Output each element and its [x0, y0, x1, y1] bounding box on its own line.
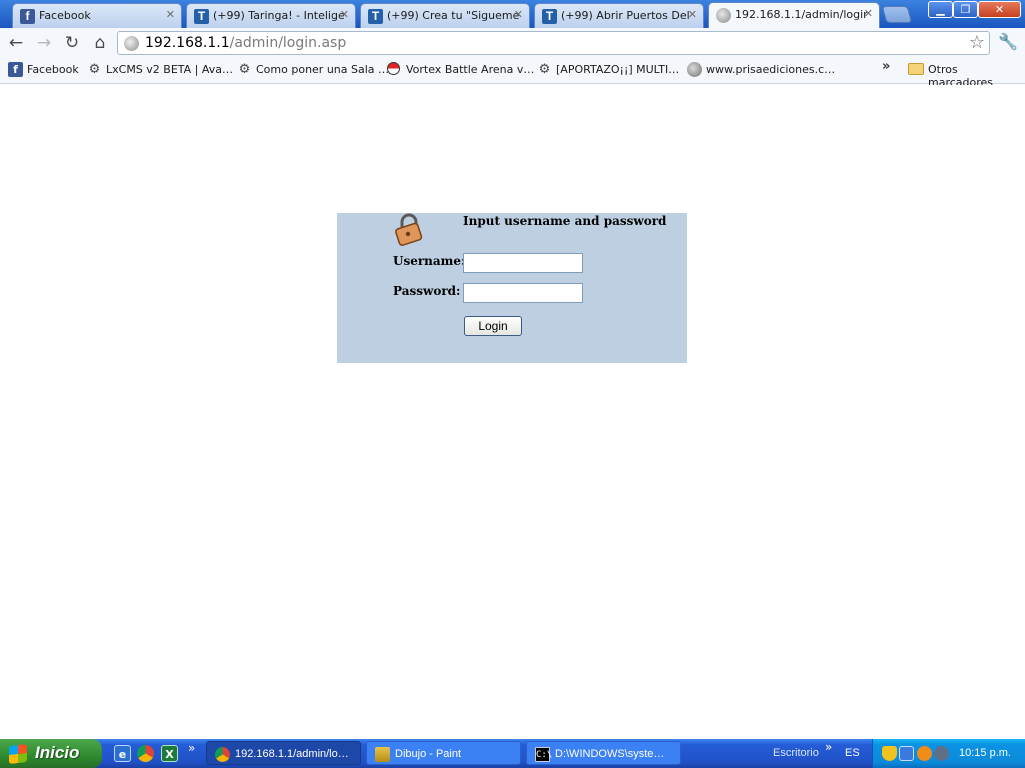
- back-icon[interactable]: ←: [6, 33, 26, 53]
- clock[interactable]: 10:15 p.m.: [959, 747, 1011, 759]
- system-tray: 10:15 p.m.: [872, 739, 1025, 768]
- security-shield-icon[interactable]: [882, 746, 897, 761]
- taringa-icon: T: [542, 9, 557, 24]
- chevron-right-icon[interactable]: »: [825, 740, 832, 754]
- taringa-icon: T: [368, 9, 383, 24]
- close-icon[interactable]: ✕: [340, 8, 349, 21]
- tab-taringa-3[interactable]: T (+99) Abrir Puertos Del Ro ✕: [534, 3, 704, 28]
- bookmark-item[interactable]: f Facebook: [8, 62, 79, 77]
- url-host: 192.168.1.1: [145, 35, 230, 51]
- login-button[interactable]: Login: [464, 316, 522, 336]
- page-content: Input username and password Username: Pa…: [0, 85, 1025, 739]
- address-bar[interactable]: 192.168.1.1/admin/login.asp ☆: [117, 31, 990, 55]
- bookmark-item[interactable]: Vortex Battle Arena v…: [387, 62, 535, 76]
- browser-toolbar: ← → ↻ ⌂ 192.168.1.1/admin/login.asp ☆ 🔧: [0, 28, 1025, 58]
- tab-title: (+99) Crea tu "Sigueme" -: [387, 9, 519, 22]
- url-text: 192.168.1.1/admin/login.asp: [145, 35, 346, 51]
- network-icon[interactable]: [899, 746, 914, 761]
- username-label: Username:: [393, 254, 466, 268]
- bookmark-item[interactable]: ⚙ [APORTAZO¡¡] MULTI…: [537, 62, 680, 77]
- start-button[interactable]: Inicio: [0, 739, 102, 768]
- task-button-paint[interactable]: Dibujo - Paint: [366, 741, 521, 765]
- facebook-icon: f: [8, 62, 23, 77]
- taskbar: Inicio e X » 192.168.1.1/admin/lo… Dibuj…: [0, 739, 1025, 768]
- task-button-cmd[interactable]: C:\ D:\WINDOWS\syste…: [526, 741, 681, 765]
- bookmark-item[interactable]: ⚙ Como poner una Sala …: [237, 62, 390, 77]
- puzzle-icon: ⚙: [88, 62, 101, 77]
- task-button-chrome[interactable]: 192.168.1.1/admin/lo…: [206, 741, 361, 765]
- chrome-icon[interactable]: [137, 745, 154, 762]
- password-label: Password:: [393, 284, 461, 298]
- close-icon[interactable]: ✕: [688, 8, 697, 21]
- window-close-button[interactable]: ✕: [978, 1, 1021, 18]
- taringa-icon: T: [194, 9, 209, 24]
- globe-icon: [716, 8, 731, 23]
- start-label: Inicio: [35, 743, 80, 762]
- password-input[interactable]: [463, 283, 583, 303]
- excel-icon[interactable]: X: [161, 745, 178, 762]
- login-heading: Input username and password: [463, 214, 667, 228]
- internet-explorer-icon[interactable]: e: [114, 745, 131, 762]
- language-indicator[interactable]: ES: [845, 747, 860, 759]
- facebook-icon: f: [20, 9, 35, 24]
- paint-icon: [375, 747, 390, 762]
- tab-title: (+99) Taringa! - Inteligen: [213, 9, 345, 22]
- bookmark-label: Facebook: [27, 63, 79, 76]
- star-icon[interactable]: ☆: [969, 32, 985, 53]
- antivirus-icon[interactable]: [917, 746, 932, 761]
- bookmark-item[interactable]: ⚙ LxCMS v2 BETA | Ava…: [87, 62, 234, 77]
- task-label: 192.168.1.1/admin/lo…: [235, 748, 349, 760]
- close-icon[interactable]: ✕: [864, 7, 873, 20]
- page-icon: [124, 36, 139, 51]
- puzzle-icon: ⚙: [538, 62, 551, 77]
- volume-icon[interactable]: [934, 746, 949, 761]
- cmd-icon: C:\: [535, 747, 552, 762]
- close-icon[interactable]: ✕: [514, 8, 523, 21]
- bookmark-label: LxCMS v2 BETA | Ava…: [106, 63, 234, 76]
- bookmark-label: www.prisaediciones.c…: [706, 63, 836, 76]
- minimize-button[interactable]: ▁: [928, 1, 953, 18]
- pokeball-icon: [387, 62, 400, 75]
- browser-titlebar: f Facebook ✕ T (+99) Taringa! - Intelige…: [0, 0, 1025, 28]
- globe-icon: [687, 62, 702, 77]
- login-panel: Input username and password Username: Pa…: [337, 213, 687, 363]
- bookmark-item[interactable]: www.prisaediciones.c…: [687, 62, 836, 77]
- tab-taringa-1[interactable]: T (+99) Taringa! - Inteligen ✕: [186, 3, 356, 28]
- chevron-right-icon[interactable]: »: [882, 59, 890, 74]
- url-path: /admin/login.asp: [229, 35, 347, 51]
- new-tab-button[interactable]: [881, 6, 913, 23]
- tab-title: Facebook: [39, 9, 91, 22]
- home-icon[interactable]: ⌂: [90, 33, 110, 53]
- close-icon[interactable]: ✕: [166, 8, 175, 21]
- desktop-toolbar-label[interactable]: Escritorio: [773, 747, 819, 759]
- folder-icon: [908, 63, 924, 75]
- windows-logo-icon: [9, 744, 27, 764]
- chrome-icon: [215, 747, 230, 762]
- username-input[interactable]: [463, 253, 583, 273]
- tab-taringa-2[interactable]: T (+99) Crea tu "Sigueme" - ✕: [360, 3, 530, 28]
- tab-facebook[interactable]: f Facebook ✕: [12, 3, 182, 28]
- reload-icon[interactable]: ↻: [62, 33, 82, 53]
- task-label: D:\WINDOWS\syste…: [555, 748, 665, 760]
- puzzle-icon: ⚙: [238, 62, 251, 77]
- forward-icon[interactable]: →: [34, 33, 54, 53]
- bookmarks-bar: f Facebook ⚙ LxCMS v2 BETA | Ava… ⚙ Como…: [0, 58, 1025, 89]
- bookmark-label: [APORTAZO¡¡] MULTI…: [556, 63, 680, 76]
- bookmark-label: Vortex Battle Arena v…: [406, 63, 535, 76]
- tab-title: (+99) Abrir Puertos Del Ro: [561, 9, 693, 22]
- tab-login[interactable]: 192.168.1.1/admin/login.a ✕: [708, 2, 880, 28]
- lock-icon: [395, 213, 423, 246]
- tab-title: 192.168.1.1/admin/login.a: [735, 8, 867, 21]
- wrench-icon[interactable]: 🔧: [998, 32, 1018, 52]
- chevron-right-icon[interactable]: »: [188, 741, 195, 755]
- task-label: Dibujo - Paint: [395, 748, 462, 760]
- screen: f Facebook ✕ T (+99) Taringa! - Intelige…: [0, 0, 1025, 768]
- bookmark-label: Como poner una Sala …: [256, 63, 390, 76]
- restore-button[interactable]: ❐: [953, 1, 978, 18]
